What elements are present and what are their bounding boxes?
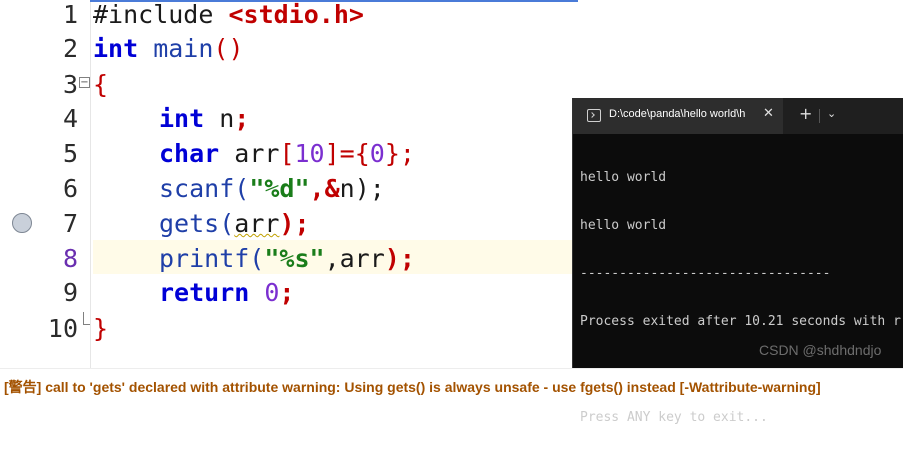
terminal-tab[interactable]: D:\code\panda\hello world\h ✕ — [573, 98, 783, 134]
chevron-down-icon[interactable]: ⌄ — [827, 107, 836, 120]
terminal-tab-title: D:\code\panda\hello world\h — [609, 108, 746, 120]
warning-squiggle: arr — [234, 209, 280, 238]
new-tab-button[interactable]: + — [799, 104, 812, 123]
console-line: hello world — [580, 218, 667, 233]
tab-divider — [819, 109, 820, 123]
line-number: 7 — [62, 209, 78, 238]
code-text: int n; — [159, 104, 250, 133]
line-number: 4 — [62, 104, 78, 133]
code-line-2[interactable]: 2 int main() — [0, 32, 903, 66]
line-number: 10 — [47, 314, 78, 343]
code-line-1[interactable]: 1 #include <stdio.h> — [0, 0, 903, 32]
code-text: gets(arr); — [159, 209, 310, 238]
line-number: 5 — [62, 139, 78, 168]
console-line: -------------------------------- — [580, 266, 831, 281]
watermark: CSDN @shdhdndjo — [759, 342, 882, 358]
compiler-warning-bar[interactable]: [警告] call to 'gets' declared with attrib… — [0, 368, 903, 404]
code-text: char arr[10]={0}; — [159, 139, 415, 168]
console-line: hello world — [580, 170, 667, 185]
line-number: 3 — [62, 70, 78, 99]
code-text: { — [93, 70, 109, 99]
code-text: return 0; — [159, 278, 295, 307]
code-text: scanf("%d",&n); — [159, 174, 385, 203]
line-number: 1 — [62, 0, 78, 29]
console-line: Press ANY key to exit... — [580, 410, 768, 425]
fold-collapse-icon[interactable]: − — [79, 77, 90, 88]
code-text: int main() — [93, 34, 244, 63]
console-output: hello world hello world ----------------… — [580, 138, 903, 458]
line-number: 9 — [62, 278, 78, 307]
warning-message: [警告] call to 'gets' declared with attrib… — [4, 379, 821, 395]
close-icon[interactable]: ✕ — [763, 106, 774, 121]
code-line-3[interactable]: 3 − { — [0, 68, 903, 102]
console-window[interactable]: D:\code\panda\hello world\h ✕ + ⌄ hello … — [572, 98, 903, 425]
line-number: 8 — [62, 244, 78, 273]
code-text: } — [93, 314, 109, 343]
code-text: printf("%s",arr); — [159, 244, 415, 273]
terminal-tab-bar: D:\code\panda\hello world\h ✕ + ⌄ — [573, 98, 903, 134]
terminal-icon — [587, 109, 601, 122]
fold-end-marker — [83, 312, 90, 325]
line-number: 6 — [62, 174, 78, 203]
line-number: 2 — [62, 34, 78, 63]
code-text: #include <stdio.h> — [93, 0, 364, 29]
console-line: Process exited after 10.21 seconds with … — [580, 314, 901, 329]
